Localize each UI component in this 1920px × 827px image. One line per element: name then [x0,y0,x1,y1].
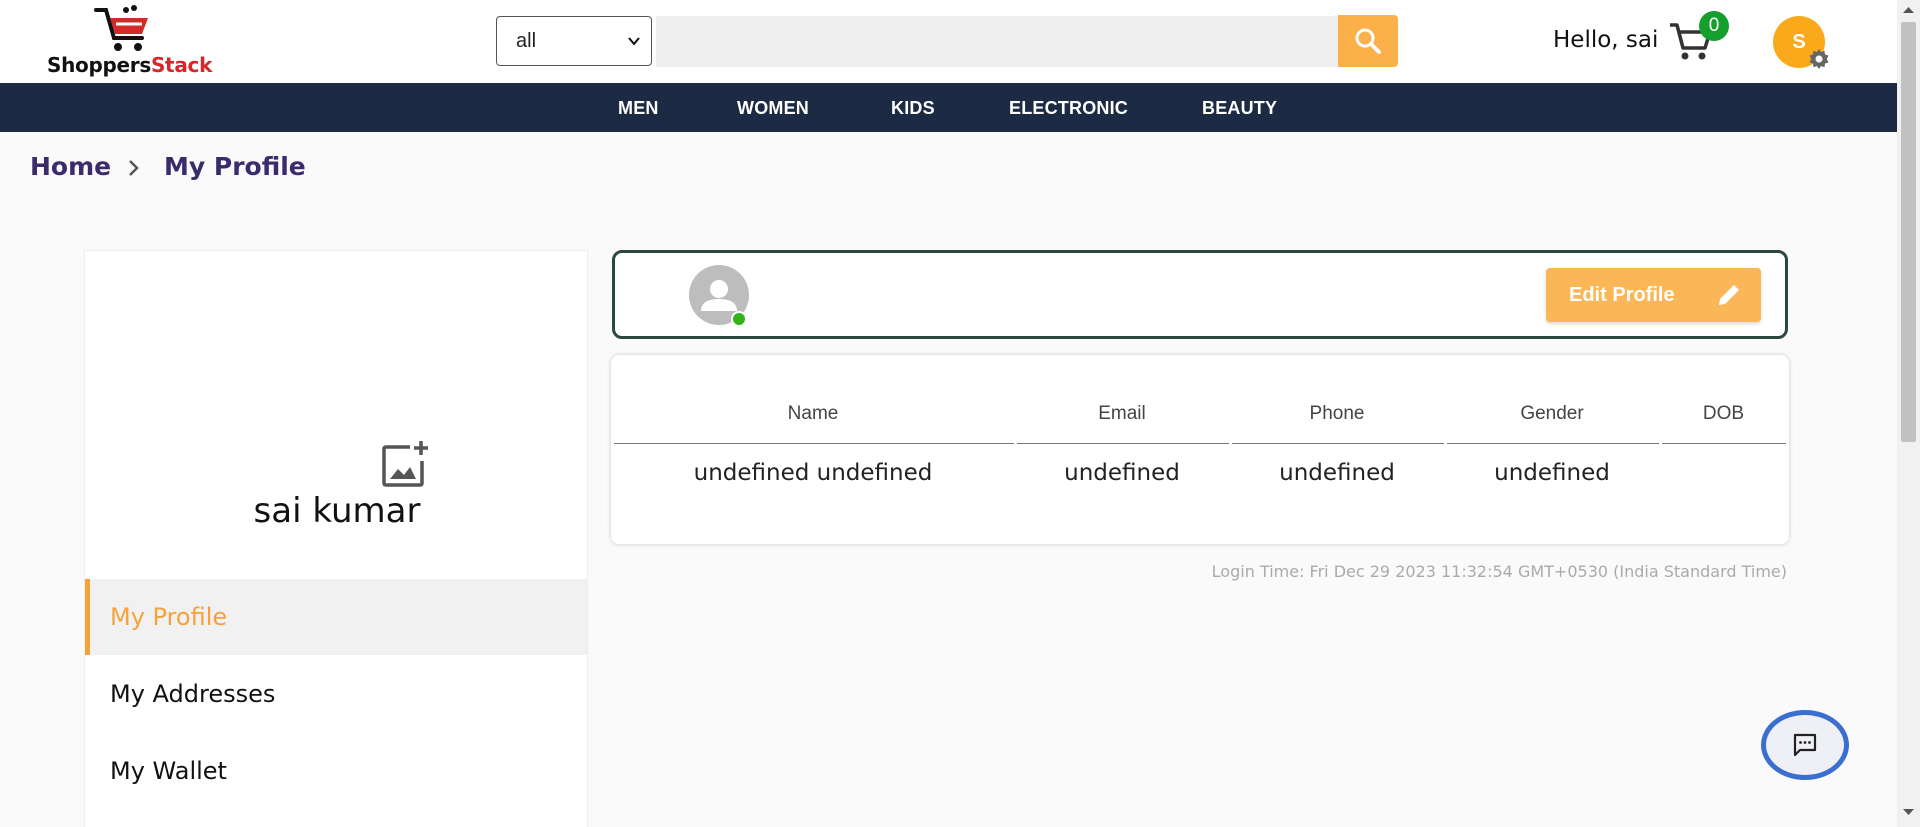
nav-item-kids[interactable]: KIDS [891,98,935,119]
online-status-indicator [731,311,747,327]
page-scrollbar[interactable] [1897,0,1920,827]
edit-profile-button[interactable]: Edit Profile [1546,268,1761,322]
column-divider [1232,443,1444,444]
category-select-value: all [516,29,537,52]
column-header-name: Name [787,403,839,424]
column-header-gender: Gender [1520,403,1584,424]
column-divider [1447,443,1659,444]
cell-phone: undefined [1279,460,1395,486]
pencil-icon [1719,285,1739,305]
category-navbar: MEN WOMEN KIDS ELECTRONIC BEAUTY [0,83,1897,132]
column-header-email: Email [1098,403,1146,424]
category-select[interactable]: all [496,16,652,66]
scroll-down-icon[interactable] [1903,808,1914,816]
login-time: Login Time: Fri Dec 29 2023 11:32:54 GMT… [1211,562,1787,581]
profile-sidebar: sai kumar My Profile My Addresses My Wal… [84,250,588,827]
column-divider [1662,443,1786,444]
chevron-down-icon [628,37,640,46]
search-icon [1355,28,1381,54]
sidebar-item-my-wallet[interactable]: My Wallet [85,733,587,809]
scroll-up-icon[interactable] [1903,6,1914,14]
breadcrumb-current: My Profile [164,152,306,181]
shoppersstack-logo[interactable]: ShoppersStack [44,4,224,78]
chat-button[interactable] [1761,710,1849,780]
greeting-text: Hello, sai [1553,27,1659,53]
cell-gender: undefined [1494,460,1610,486]
nav-item-men[interactable]: MEN [618,98,659,119]
cell-email: undefined [1064,460,1180,486]
header: ShoppersStack all Hello, sai 0 S [0,0,1897,83]
nav-item-women[interactable]: WOMEN [737,98,809,119]
breadcrumb-home[interactable]: Home [30,152,111,181]
column-header-phone: Phone [1309,403,1365,424]
add-photo-icon[interactable] [380,439,430,489]
cart-logo-icon [94,5,148,51]
profile-name: sai kumar [253,491,421,531]
sidebar-item-my-addresses[interactable]: My Addresses [85,656,587,732]
nav-item-electronic[interactable]: ELECTRONIC [1009,98,1128,119]
nav-item-beauty[interactable]: BEAUTY [1202,98,1277,119]
sidebar-item-my-profile[interactable]: My Profile [85,579,587,655]
cell-name: undefined undefined [693,460,933,486]
chat-icon [1793,733,1817,757]
column-divider [1017,443,1229,444]
search-button[interactable] [1338,15,1398,67]
scrollbar-thumb[interactable] [1901,22,1916,442]
cart-count-badge: 0 [1699,11,1729,41]
column-divider [614,443,1014,444]
logo-text: ShoppersStack [47,53,213,77]
column-header-dob: DOB [1702,403,1745,424]
profile-details-table: Name Email Phone Gender DOB undefined un… [611,355,1789,544]
gear-icon[interactable] [1807,47,1831,71]
search-input[interactable] [656,16,1338,67]
edit-profile-label: Edit Profile [1569,283,1675,306]
chevron-right-icon [129,160,139,176]
profile-header-card: Edit Profile [612,250,1788,339]
